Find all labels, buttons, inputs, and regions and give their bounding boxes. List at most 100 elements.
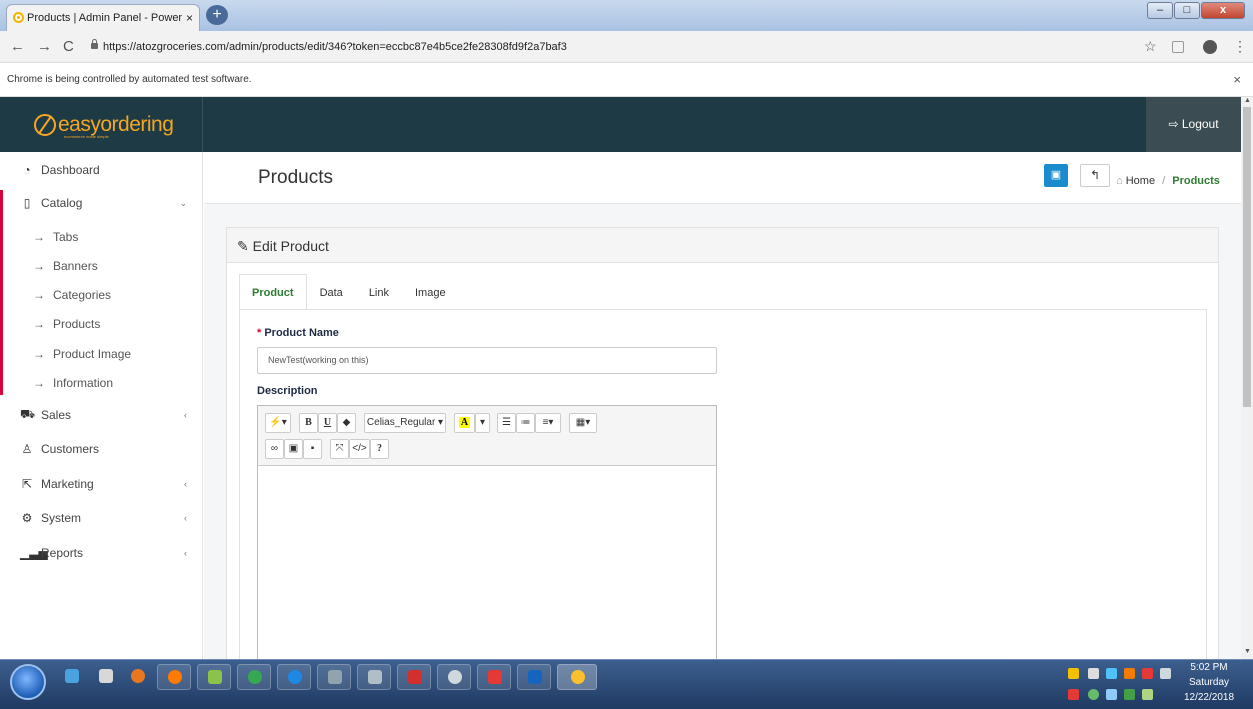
extension-icon[interactable] bbox=[1172, 41, 1184, 53]
code-view-icon[interactable]: </> bbox=[349, 439, 370, 459]
sidebar-subitem-label: Categories bbox=[53, 288, 112, 302]
tab-content: * Product Name NewTest(working on this) … bbox=[239, 309, 1207, 685]
taskbar-app-8[interactable] bbox=[317, 664, 351, 690]
text-color-dropdown[interactable]: ▾ bbox=[475, 413, 490, 433]
video-icon[interactable]: ▪ bbox=[303, 439, 322, 459]
sidebar-item-marketing[interactable]: ⇱ Marketing ‹ bbox=[0, 469, 203, 499]
sidebar-item-customers[interactable]: ♙ Customers bbox=[0, 434, 203, 464]
volume-icon[interactable] bbox=[1142, 689, 1153, 700]
menu-dots-icon[interactable]: ⋮ bbox=[1233, 38, 1247, 55]
maximize-button[interactable]: □ bbox=[1174, 2, 1200, 19]
taskbar-app-12[interactable] bbox=[477, 664, 511, 690]
infobar-close-button[interactable]: × bbox=[1233, 63, 1241, 97]
tray-icon-5[interactable] bbox=[1142, 668, 1153, 679]
product-tabs: Product Data Link Image bbox=[239, 274, 459, 310]
tab-link[interactable]: Link bbox=[356, 274, 402, 310]
sidebar-subitem-product-image[interactable]: → Product Image bbox=[0, 339, 203, 369]
tab-close-button[interactable]: × bbox=[186, 11, 193, 25]
tray-icon-10[interactable] bbox=[1124, 689, 1135, 700]
tray-icon-2[interactable] bbox=[1088, 668, 1099, 679]
sidebar-item-label: Reports bbox=[41, 546, 84, 560]
sidebar-subitem-tabs[interactable]: → Tabs bbox=[0, 222, 203, 252]
paragraph-align-icon[interactable]: ≡▾ bbox=[535, 413, 561, 433]
underline-button[interactable]: U bbox=[318, 413, 337, 433]
back-arrow-icon[interactable]: ← bbox=[10, 38, 25, 55]
tray-icon-8[interactable] bbox=[1088, 689, 1099, 700]
logo[interactable]: easyordering ecommerce made simple bbox=[0, 97, 203, 152]
tray-icon-1[interactable] bbox=[1068, 668, 1079, 679]
taskbar-acrobat[interactable] bbox=[397, 664, 431, 690]
taskbar-app-2[interactable] bbox=[89, 664, 123, 690]
forward-arrow-icon[interactable]: → bbox=[37, 38, 52, 55]
taskbar-chrome-active[interactable] bbox=[557, 664, 597, 690]
taskbar-app-9[interactable] bbox=[357, 664, 391, 690]
dashboard-icon: ◔ bbox=[23, 163, 31, 177]
unordered-list-icon[interactable]: ☰ bbox=[497, 413, 516, 433]
taskbar-app-3[interactable] bbox=[121, 664, 155, 690]
sidebar-item-label: Dashboard bbox=[41, 163, 100, 177]
table-icon[interactable]: ▦▾ bbox=[569, 413, 597, 433]
reload-icon[interactable]: C bbox=[63, 38, 74, 55]
scroll-up-icon[interactable]: ▲ bbox=[1244, 97, 1251, 104]
network-icon[interactable] bbox=[1106, 689, 1117, 700]
font-family-select[interactable]: Celias_Regular ▾ bbox=[364, 413, 446, 433]
eraser-icon[interactable]: ◆ bbox=[337, 413, 356, 433]
browser-tab[interactable]: Products | Admin Panel - Powere × bbox=[6, 4, 200, 31]
sidebar-subitem-categories[interactable]: → Categories bbox=[0, 280, 203, 310]
fullscreen-icon[interactable]: ⤧ bbox=[330, 439, 349, 459]
sidebar-subitem-information[interactable]: → Information bbox=[0, 368, 203, 398]
breadcrumb-home-link[interactable]: Home bbox=[1126, 175, 1155, 187]
sidebar-item-catalog[interactable]: ▯ Catalog ⌄ bbox=[0, 188, 203, 218]
editor-toolbar: ⚡▾ B U ◆ Celias_Regular ▾ A ▾ ☰ ≔ ≡▾ ▦▾ bbox=[258, 406, 716, 466]
taskbar-ie[interactable] bbox=[277, 664, 311, 690]
logout-button[interactable]: ⇨ Logout bbox=[1146, 97, 1241, 152]
taskbar-chrome-1[interactable] bbox=[237, 664, 271, 690]
taskbar-app-5[interactable] bbox=[197, 664, 231, 690]
magic-wand-button[interactable]: ⚡▾ bbox=[265, 413, 291, 433]
text-color-button[interactable]: A bbox=[454, 413, 475, 433]
sidebar-item-reports[interactable]: ▁▃▅ Reports ‹ bbox=[0, 538, 203, 568]
breadcrumb-separator: / bbox=[1162, 175, 1166, 187]
url-field[interactable]: https://atozgroceries.com/admin/products… bbox=[89, 36, 1134, 58]
sidebar-subitem-products[interactable]: → Products bbox=[0, 309, 203, 339]
sidebar-item-system[interactable]: ⚙ System ‹ bbox=[0, 503, 203, 533]
tray-icon-3[interactable] bbox=[1106, 668, 1117, 679]
profile-icon[interactable] bbox=[1203, 40, 1217, 54]
scroll-down-icon[interactable]: ▼ bbox=[1244, 648, 1251, 655]
new-tab-button[interactable]: + bbox=[206, 5, 228, 25]
label-text: Product Name bbox=[264, 327, 339, 339]
taskbar-word[interactable] bbox=[517, 664, 551, 690]
tab-image[interactable]: Image bbox=[402, 274, 459, 310]
minimize-button[interactable]: – bbox=[1147, 2, 1173, 19]
taskbar-app-1[interactable] bbox=[55, 664, 89, 690]
clock-time[interactable]: 5:02 PM bbox=[1183, 662, 1235, 673]
image-icon[interactable]: ▣ bbox=[284, 439, 303, 459]
product-name-input[interactable]: NewTest(working on this) bbox=[257, 347, 717, 374]
taskbar-firefox[interactable] bbox=[157, 664, 191, 690]
tray-icon-4[interactable] bbox=[1124, 668, 1135, 679]
ordered-list-icon[interactable]: ≔ bbox=[516, 413, 535, 433]
editor-content-area[interactable] bbox=[258, 467, 716, 685]
favicon-icon bbox=[13, 12, 24, 23]
back-button[interactable]: ↰ bbox=[1080, 164, 1110, 187]
window-close-button[interactable]: x bbox=[1201, 2, 1245, 19]
help-icon[interactable]: ? bbox=[370, 439, 389, 459]
page-scrollbar[interactable]: ▲ ▼ bbox=[1241, 97, 1253, 659]
star-icon[interactable]: ☆ bbox=[1144, 38, 1157, 55]
tab-data[interactable]: Data bbox=[307, 274, 356, 310]
sidebar-item-dashboard[interactable]: ◔ Dashboard bbox=[0, 155, 203, 185]
tray-icon-7[interactable] bbox=[1068, 689, 1079, 700]
link-icon[interactable]: ∞ bbox=[265, 439, 284, 459]
sidebar-subitem-banners[interactable]: → Banners bbox=[0, 251, 203, 281]
save-button[interactable]: ▣ bbox=[1044, 164, 1068, 187]
taskbar-app-11[interactable] bbox=[437, 664, 471, 690]
sidebar-item-sales[interactable]: ⛟ Sales ‹ bbox=[0, 400, 203, 430]
tab-product[interactable]: Product bbox=[239, 274, 307, 310]
tray-icon-6[interactable] bbox=[1160, 668, 1171, 679]
tab-title: Products | Admin Panel - Powere bbox=[27, 12, 182, 24]
arrow-right-icon: → bbox=[33, 259, 45, 273]
logo-text: easyordering bbox=[58, 112, 174, 136]
start-button[interactable] bbox=[10, 664, 46, 700]
bold-button[interactable]: B bbox=[299, 413, 318, 433]
scrollbar-thumb[interactable] bbox=[1243, 107, 1251, 407]
